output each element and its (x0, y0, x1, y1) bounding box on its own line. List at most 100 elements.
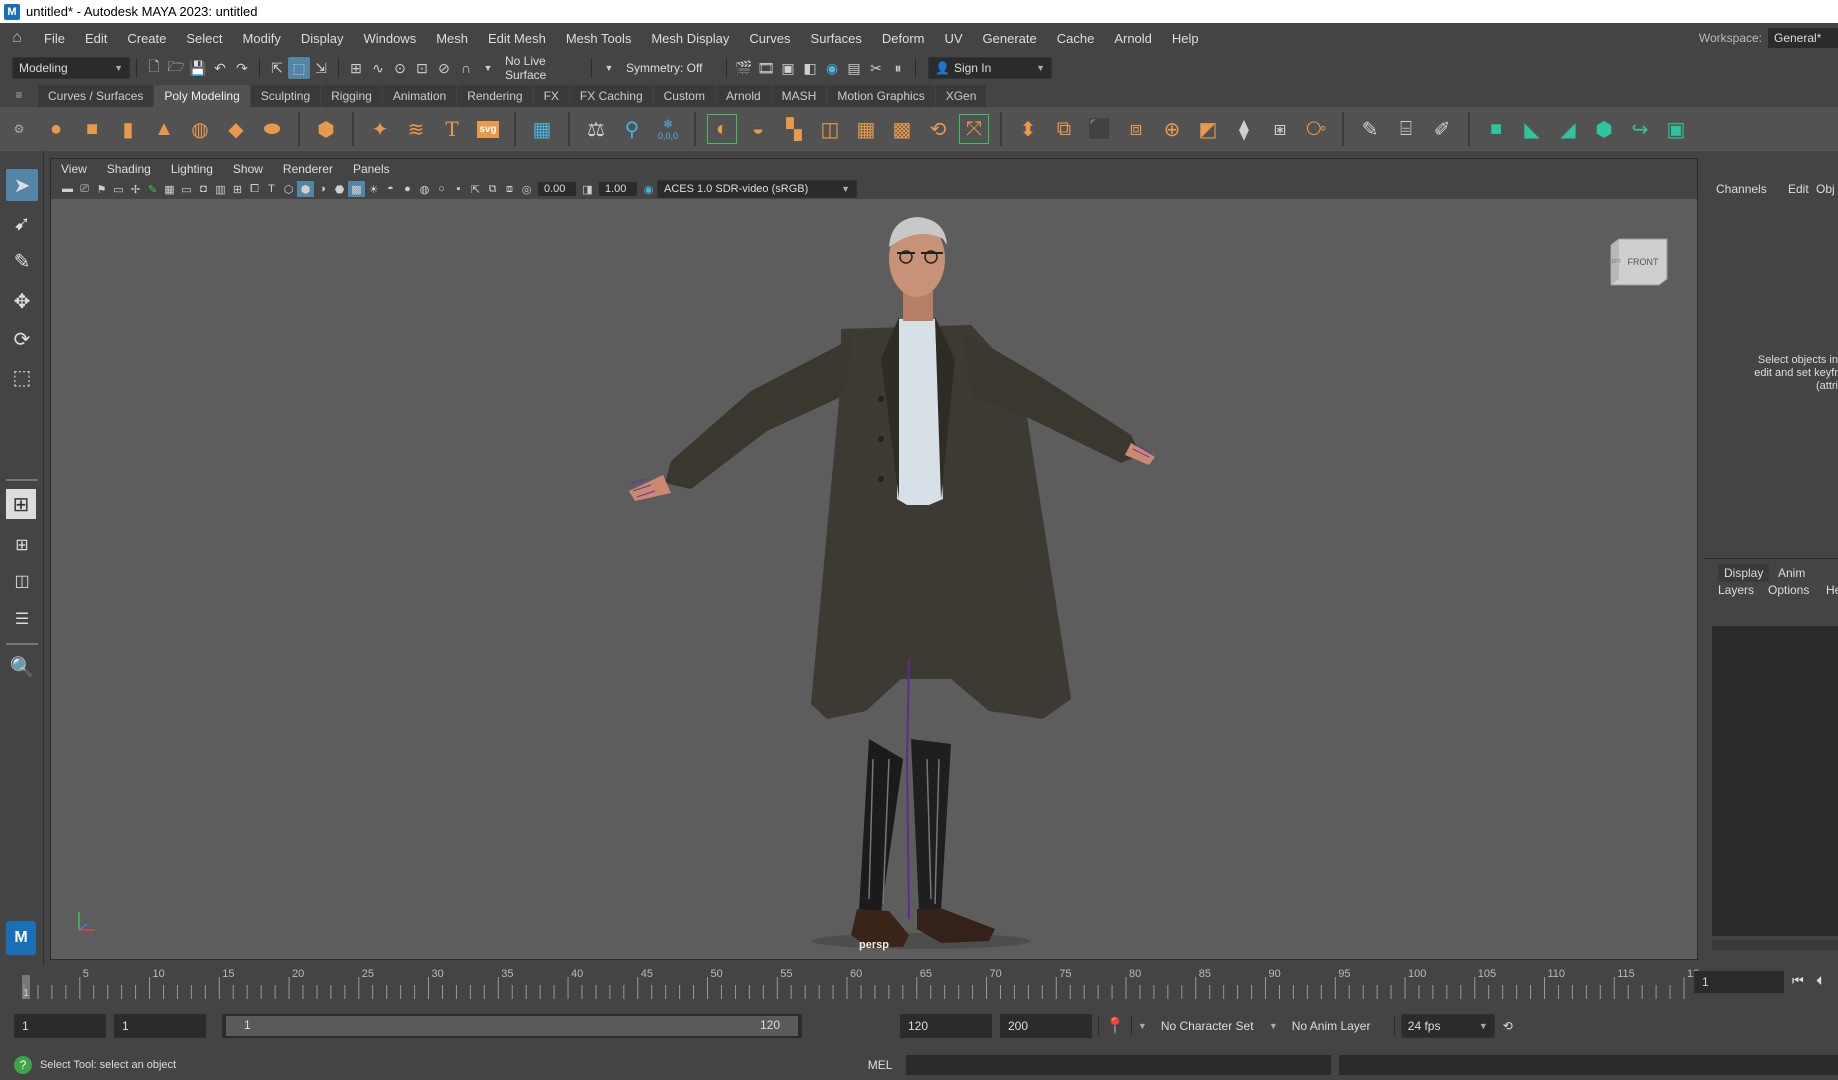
menu-mesh[interactable]: Mesh (426, 31, 478, 46)
shelf-tab-poly-modeling[interactable]: Poly Modeling (154, 85, 250, 107)
shelf-settings-icon[interactable]: ⚙ (0, 122, 38, 136)
poly-cylinder-icon[interactable]: ▮ (113, 114, 143, 144)
layer-scrollbar[interactable] (1712, 940, 1838, 950)
loop-icon[interactable]: ⟲ (1503, 1019, 1513, 1033)
channel-box-tab-object[interactable]: Obj (1816, 182, 1835, 196)
layer-list[interactable] (1712, 626, 1838, 936)
camera-attributes-icon[interactable]: ⎚ (76, 181, 93, 197)
help-icon[interactable]: ? (14, 1055, 32, 1074)
render-settings-icon[interactable]: ◧ (799, 57, 821, 79)
chevron-down-icon[interactable]: ▼ (477, 57, 499, 79)
viewport-3d[interactable]: FRONT LEFT persp (51, 199, 1697, 959)
menu-edit-mesh[interactable]: Edit Mesh (478, 31, 556, 46)
channel-box-tab-edit[interactable]: Edit (1788, 182, 1809, 196)
menu-mesh-tools[interactable]: Mesh Tools (556, 31, 642, 46)
character-model[interactable] (51, 199, 1697, 959)
super-shape-icon[interactable]: ✦ (365, 114, 395, 144)
view-cube[interactable]: FRONT LEFT (1607, 235, 1671, 291)
textured-icon[interactable]: ▩ (348, 181, 365, 197)
circularize-icon[interactable]: ⧫ (1229, 114, 1259, 144)
script-mode-label[interactable]: MEL (868, 1058, 893, 1072)
uv-layout-icon[interactable]: ▣ (1661, 114, 1691, 144)
menu-help[interactable]: Help (1162, 31, 1209, 46)
maya-logo-icon[interactable]: M (6, 921, 36, 955)
chamfer-icon[interactable]: ◩ (1193, 114, 1223, 144)
bevel-icon[interactable]: ⬛ (1085, 114, 1115, 144)
single-perspective-layout-icon[interactable]: ⊞ (6, 489, 36, 519)
select-tool-icon[interactable]: ➤ (6, 169, 38, 201)
grid-icon[interactable]: ▦ (161, 181, 178, 197)
channel-box-tab-channels[interactable]: Channels (1716, 182, 1767, 196)
redo-icon[interactable]: ↷ (231, 57, 253, 79)
select-hierarchy-icon[interactable]: ⇱ (266, 57, 288, 79)
uv-auto-icon[interactable]: ⬢ (1589, 114, 1619, 144)
gate-mask-icon[interactable]: ▥ (212, 181, 229, 197)
go-to-start-icon[interactable]: ⏮ (1792, 973, 1804, 989)
isolate-select-icon[interactable]: ▪ (450, 181, 467, 197)
pause-icon[interactable]: ⏸ (887, 57, 909, 79)
menu-uv[interactable]: UV (934, 31, 972, 46)
unfold-icon[interactable]: ⤧ (959, 114, 989, 144)
screen-space-ao-icon[interactable]: ● (399, 181, 416, 197)
gamma-field[interactable]: 1.00 (599, 182, 637, 196)
layer-tab-display[interactable]: Display (1718, 564, 1770, 582)
outliner-icon[interactable]: ☰ (6, 603, 38, 635)
time-slider-ruler[interactable]: 1 5 10 15 20 25 30 35 40 45 50 55 60 65 70 75 80 85 90 95 1… (0, 965, 1700, 1001)
snap-view-plane-icon[interactable]: ⊡ (411, 57, 433, 79)
range-slider[interactable]: 1 120 (222, 1014, 802, 1038)
open-scene-icon[interactable]: 🗁 (165, 57, 187, 79)
grease-pencil-icon[interactable]: ✎ (144, 181, 161, 197)
shelf-tab-rigging[interactable]: Rigging (321, 85, 382, 107)
menuset-dropdown[interactable]: Modeling ▼ (12, 57, 130, 79)
shelf-tab-rendering[interactable]: Rendering (457, 85, 533, 107)
svg-icon[interactable]: svg (473, 114, 503, 144)
extract-icon[interactable]: ▚ (779, 114, 809, 144)
menu-file[interactable]: File (34, 31, 75, 46)
menu-surfaces[interactable]: Surfaces (801, 31, 872, 46)
layer-menu-options[interactable]: Options (1768, 583, 1809, 597)
poly-cube-icon[interactable]: ■ (77, 114, 107, 144)
ipr-render-icon[interactable]: ▣ (777, 57, 799, 79)
remesh-icon[interactable]: ▩ (887, 114, 917, 144)
live-surface-field[interactable]: No Live Surface (499, 54, 585, 82)
wireframe-icon[interactable]: ⬡ (280, 181, 297, 197)
boolean-icon[interactable]: ◒ (743, 114, 773, 144)
uv-transfer-icon[interactable]: ↪ (1625, 114, 1655, 144)
menu-edit[interactable]: Edit (75, 31, 117, 46)
time-slider[interactable]: 1 5 10 15 20 25 30 35 40 45 50 55 60 65 70 75 80 85 90 95 1… (0, 965, 1838, 1003)
combine-icon[interactable]: ⚖ (581, 114, 611, 144)
smooth-shade-icon[interactable]: ⬢ (297, 181, 314, 197)
current-frame-field[interactable]: 1 (1694, 971, 1784, 993)
select-component-icon[interactable]: ⇲ (310, 57, 332, 79)
command-input[interactable] (906, 1054, 1332, 1075)
chevron-down-icon[interactable]: ▼ (1269, 1021, 1278, 1031)
uv-spherical-icon[interactable]: ◢ (1553, 114, 1583, 144)
panel-menu-show[interactable]: Show (223, 162, 273, 176)
insert-edge-loop-icon[interactable]: ⌸ (1391, 114, 1421, 144)
xray-components-icon[interactable]: ⧈ (501, 181, 518, 197)
menu-mesh-display[interactable]: Mesh Display (641, 31, 739, 46)
select-object-icon[interactable]: ⬚ (288, 57, 310, 79)
shelf-tab-arnold[interactable]: Arnold (715, 85, 771, 107)
exposure-icon[interactable]: ◎ (518, 181, 535, 197)
snap-live-icon[interactable]: ⊘ (433, 57, 455, 79)
color-management-icon[interactable]: ◉ (640, 181, 657, 197)
playback-start-field[interactable]: 1 (114, 1014, 206, 1038)
fps-dropdown[interactable]: 24 fps ▼ (1400, 1014, 1495, 1038)
lasso-tool-icon[interactable]: ➹ (6, 207, 38, 239)
snap-curve-icon[interactable]: ∿ (367, 57, 389, 79)
panel-menu-renderer[interactable]: Renderer (273, 162, 343, 176)
film-gate-icon[interactable]: ▭ (178, 181, 195, 197)
menu-curves[interactable]: Curves (739, 31, 800, 46)
select-camera-icon[interactable]: ▬ (59, 181, 76, 197)
shelf-menu-icon[interactable]: ≡ (0, 83, 38, 107)
anti-aliasing-icon[interactable]: ○ (433, 181, 450, 197)
auto-key-icon[interactable]: 📍 (1105, 1016, 1125, 1036)
persp-outliner-layout-icon[interactable]: ◫ (6, 565, 38, 597)
rotate-tool-icon[interactable]: ⟳ (6, 323, 38, 355)
snap-point-icon[interactable]: ⊙ (389, 57, 411, 79)
menu-select[interactable]: Select (176, 31, 232, 46)
panel-menu-view[interactable]: View (51, 162, 97, 176)
save-scene-icon[interactable]: 💾 (187, 57, 209, 79)
workspace-dropdown[interactable]: General* (1768, 28, 1838, 48)
